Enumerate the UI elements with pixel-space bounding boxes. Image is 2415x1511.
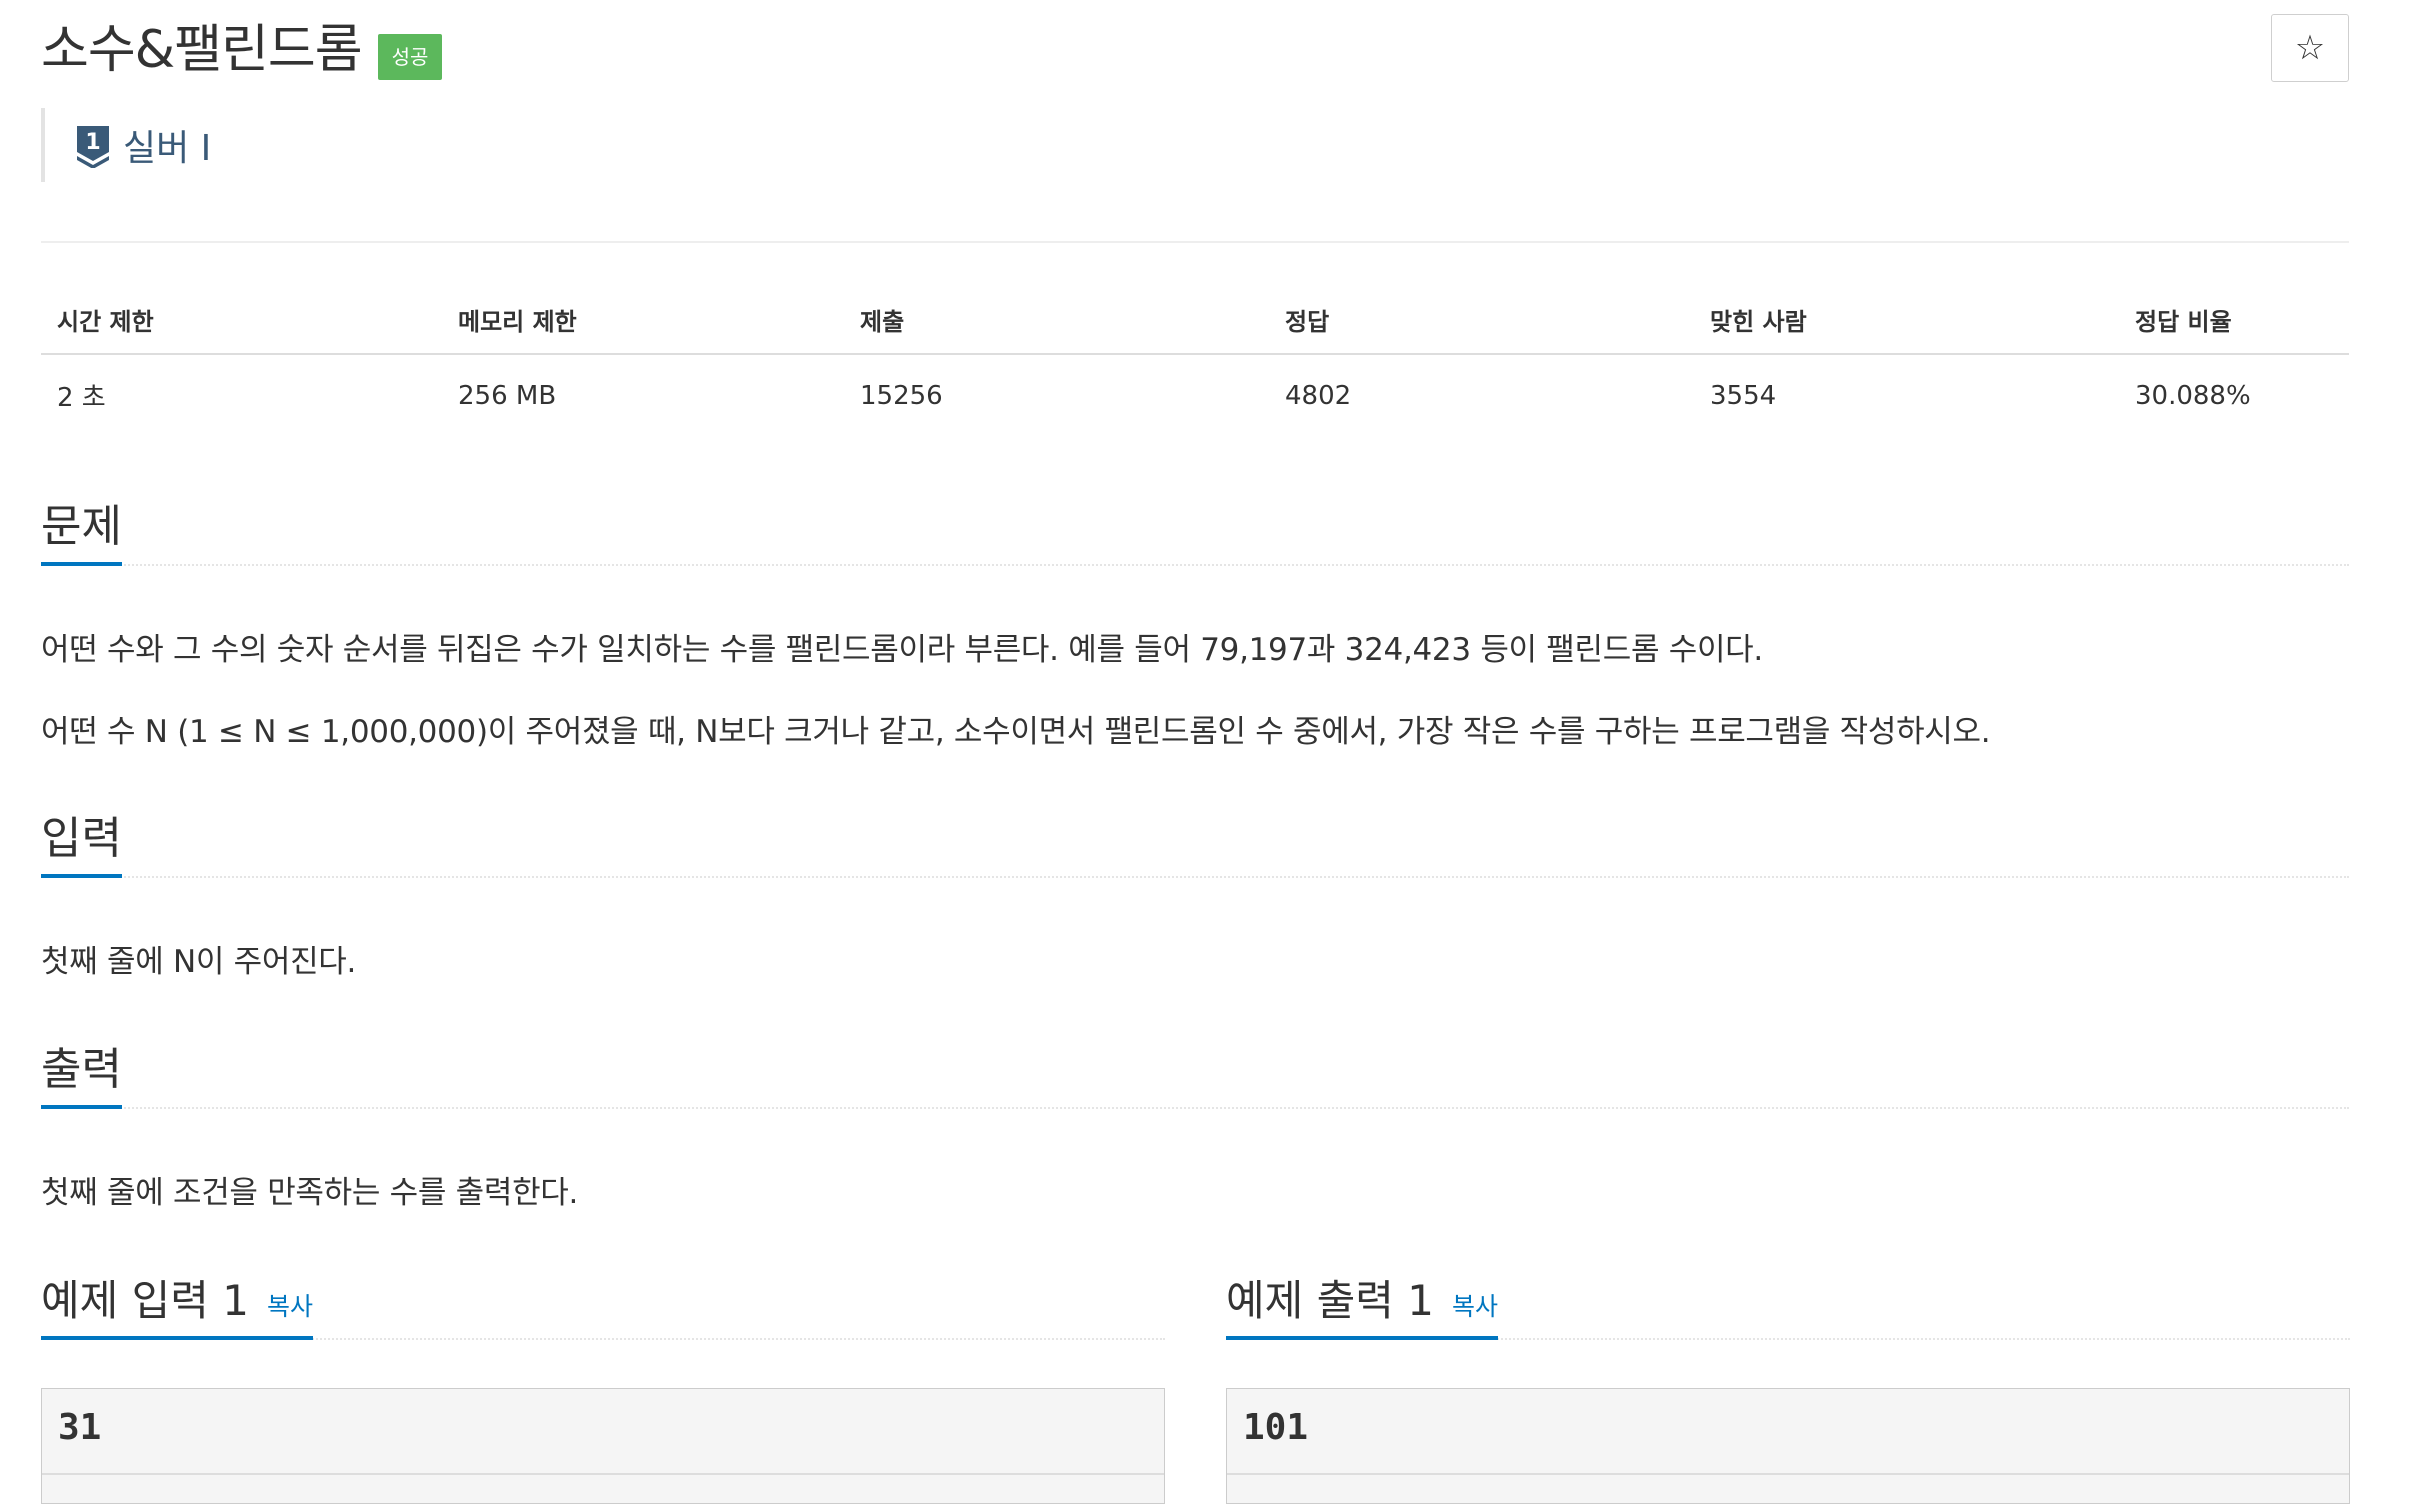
value-memory-limit: 256 MB bbox=[458, 380, 557, 411]
section-header: 문제 bbox=[41, 490, 2349, 566]
value-accept-ratio: 30.088% bbox=[2135, 380, 2251, 411]
info-header-row: 시간 제한 메모리 제한 제출 정답 맞힌 사람 정답 비율 bbox=[41, 290, 2349, 355]
section-header: 입력 bbox=[41, 802, 2349, 878]
problem-info-table: 시간 제한 메모리 제한 제출 정답 맞힌 사람 정답 비율 2 초 256 M… bbox=[41, 290, 2349, 414]
output-section: 출력 bbox=[41, 1033, 2349, 1109]
problem-title: 소수&팰린드롬 bbox=[41, 20, 363, 80]
header-memory-limit: 메모리 제한 bbox=[442, 290, 844, 355]
input-description: 첫째 줄에 N이 주어진다. bbox=[41, 944, 357, 980]
value-accepted[interactable]: 4802 bbox=[1269, 354, 1694, 414]
value-time-limit: 2 초 bbox=[57, 383, 106, 413]
copy-sample-output-button[interactable]: 복사 bbox=[1452, 1287, 1498, 1323]
divider bbox=[1227, 1473, 2349, 1475]
divider bbox=[42, 1473, 1164, 1475]
header-accepted: 정답 bbox=[1269, 290, 1694, 355]
sample-input-header: 예제 입력 1 복사 bbox=[41, 1248, 1165, 1340]
sample-input-value: 31 bbox=[58, 1407, 102, 1448]
sample-input: 예제 입력 1 복사 31 bbox=[41, 1248, 1165, 1504]
value-submissions[interactable]: 15256 bbox=[844, 354, 1269, 414]
tier-number: 1 bbox=[85, 130, 100, 155]
input-section: 입력 bbox=[41, 802, 2349, 878]
output-description: 첫째 줄에 조건을 만족하는 수를 출력한다. bbox=[41, 1175, 579, 1211]
tier-block: 1 실버 I bbox=[41, 108, 211, 182]
section-header: 출력 bbox=[41, 1033, 2349, 1109]
header-accept-ratio: 정답 비율 bbox=[2119, 290, 2349, 355]
sample-output-heading: 예제 출력 1 bbox=[1226, 1276, 1434, 1325]
info-value-row: 2 초 256 MB 15256 4802 3554 30.088% bbox=[41, 354, 2349, 414]
sample-output-box: 101 bbox=[1226, 1388, 2350, 1504]
problem-heading: 문제 bbox=[41, 494, 122, 566]
problem-description-1: 어떤 수와 그 수의 숫자 순서를 뒤집은 수가 일치하는 수를 팰린드롬이라 … bbox=[41, 632, 1763, 668]
sample-output: 예제 출력 1 복사 101 bbox=[1226, 1248, 2350, 1504]
header-submissions: 제출 bbox=[844, 290, 1269, 355]
silver-tier-icon: 1 bbox=[77, 126, 109, 168]
output-heading: 출력 bbox=[41, 1037, 122, 1109]
divider bbox=[41, 241, 2349, 243]
sample-output-value: 101 bbox=[1243, 1407, 1309, 1448]
sample-output-header: 예제 출력 1 복사 bbox=[1226, 1248, 2350, 1340]
sample-input-heading: 예제 입력 1 bbox=[41, 1276, 249, 1325]
input-heading: 입력 bbox=[41, 806, 122, 878]
value-solved-users[interactable]: 3554 bbox=[1694, 354, 2119, 414]
star-button[interactable]: ☆ bbox=[2271, 14, 2349, 82]
title-row: 소수&팰린드롬 성공 bbox=[41, 14, 443, 86]
star-icon: ☆ bbox=[2294, 28, 2326, 68]
copy-sample-input-button[interactable]: 복사 bbox=[267, 1287, 313, 1323]
sample-input-box: 31 bbox=[41, 1388, 1165, 1504]
tier-label[interactable]: 실버 I bbox=[123, 119, 211, 171]
problem-section: 문제 bbox=[41, 490, 2349, 566]
header-time-limit: 시간 제한 bbox=[41, 290, 442, 355]
problem-page: 소수&팰린드롬 성공 ☆ 1 실버 I 시간 제한 메모리 제한 제출 정답 맞… bbox=[0, 0, 2415, 1511]
problem-description-2: 어떤 수 N (1 ≤ N ≤ 1,000,000)이 주어졌을 때, N보다 … bbox=[41, 714, 1991, 750]
status-badge: 성공 bbox=[377, 34, 443, 80]
header-solved-users: 맞힌 사람 bbox=[1694, 290, 2119, 355]
